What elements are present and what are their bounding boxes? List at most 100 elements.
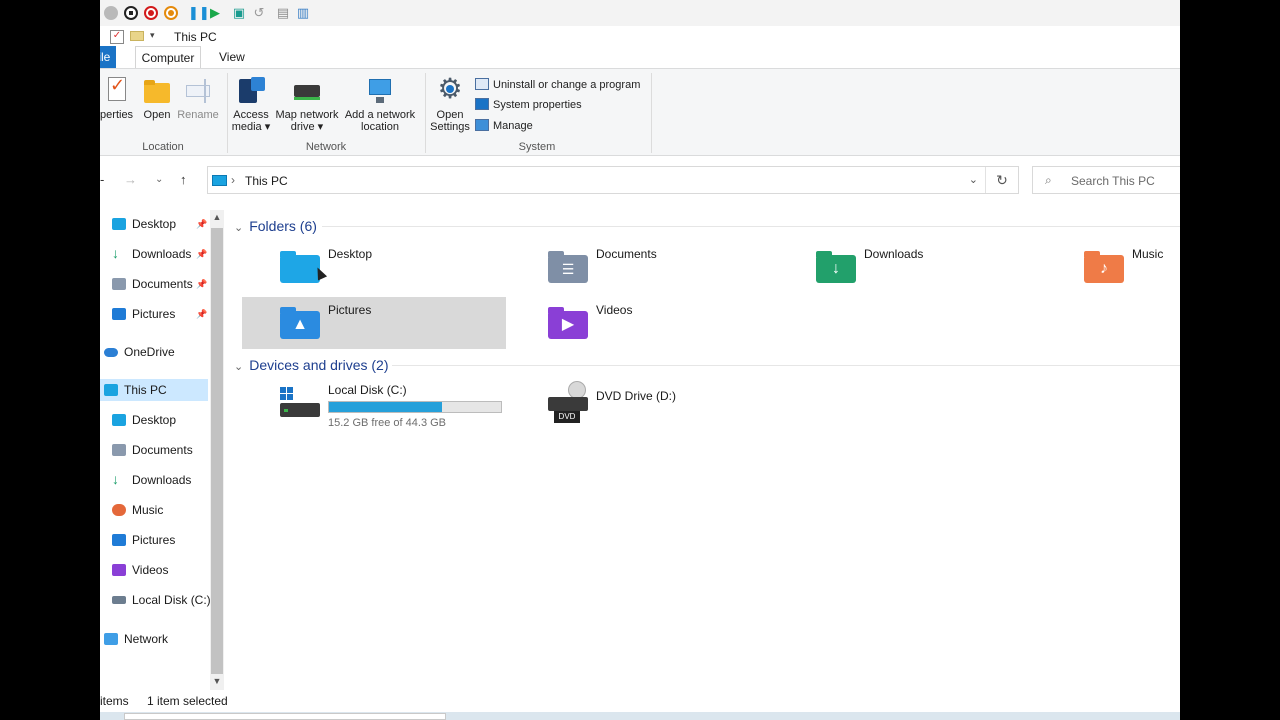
open-folder-icon	[141, 75, 173, 105]
properties-button[interactable]: ✓ Properties	[100, 75, 138, 121]
title-bar: ✓ ▾ This PC	[100, 26, 1180, 46]
record-button[interactable]	[144, 6, 158, 20]
drive-local-disk-c[interactable]: Local Disk (C:) 15.2 GB free of 44.3 GB	[242, 377, 506, 429]
computer-icon	[104, 384, 118, 396]
search-box[interactable]: ⌕ Search This PC	[1032, 166, 1180, 194]
back-arrow-icon[interactable]: ‑	[100, 172, 104, 187]
nav-this-pc[interactable]: This PC	[100, 379, 208, 401]
recorder-gray-button[interactable]	[104, 6, 118, 20]
network-group-label: Network	[305, 141, 347, 153]
documents-icon	[112, 444, 126, 456]
this-pc-icon	[212, 175, 227, 186]
breadcrumb-chevron-icon[interactable]: ›	[231, 173, 235, 187]
system-properties-button[interactable]: System properties	[475, 96, 582, 114]
disk-usage-fill	[329, 402, 442, 412]
pictures-icon	[112, 308, 126, 320]
disk-usage-bar	[328, 401, 502, 413]
properties-icon: ✓	[100, 75, 130, 105]
folder-desktop[interactable]: Desktop	[242, 241, 506, 293]
music-icon	[112, 504, 126, 516]
desktop-icon	[112, 218, 126, 230]
desktop-folder-icon	[280, 251, 320, 283]
location-group-label: Location	[142, 141, 184, 153]
system-group-label: System	[518, 141, 556, 153]
recorder-toolbar: ❚❚ ▶ ▣ ↺ ▤ ▥	[100, 0, 1180, 26]
add-network-location-button[interactable]: Add a network location	[343, 75, 417, 133]
downloads-icon: ↓	[112, 471, 119, 487]
drives-group-header[interactable]: ⌄ Devices and drives (2)	[234, 357, 389, 373]
tab-computer[interactable]: Computer	[135, 46, 201, 68]
scroll-down-arrow-icon[interactable]: ▼	[210, 676, 224, 686]
folder-pictures[interactable]: ▲ Pictures	[242, 297, 506, 349]
recent-locations-chevron-icon[interactable]: ⌄	[155, 174, 163, 185]
rename-button[interactable]: Rename	[176, 75, 220, 121]
forward-arrow-icon[interactable]: →	[124, 172, 137, 187]
group-divider	[322, 226, 1180, 227]
folders-group-header[interactable]: ⌄ Folders (6)	[234, 218, 317, 234]
pin-icon[interactable]: 📌	[196, 243, 207, 265]
settings-icon[interactable]: ▣	[232, 6, 246, 20]
network-icon	[104, 633, 118, 645]
open-button[interactable]: Open	[140, 75, 174, 121]
manage-button[interactable]: Manage	[475, 117, 533, 135]
pictures-folder-icon: ▲	[280, 307, 320, 339]
dvd-drive-icon: DVD	[548, 381, 588, 423]
rename-icon	[182, 75, 214, 105]
record-alt-button[interactable]	[164, 6, 178, 20]
status-bar: items 1 item selected	[100, 690, 1180, 712]
network-drive-icon	[291, 75, 323, 105]
up-arrow-icon[interactable]: ↑	[180, 172, 187, 187]
open-settings-button[interactable]: ⚙ Open Settings	[429, 75, 471, 134]
music-folder-icon: ♪	[1084, 251, 1124, 283]
pin-icon[interactable]: 📌	[196, 273, 207, 295]
play-icon[interactable]: ▶	[208, 6, 222, 20]
address-bar[interactable]: › This PC ⌄ ↻	[207, 166, 1019, 194]
search-icon: ⌕	[1045, 173, 1052, 187]
taskbar-item[interactable]	[124, 713, 446, 720]
window-title: This PC	[174, 30, 217, 44]
collapse-chevron-icon[interactable]: ⌄	[234, 221, 243, 234]
windows-drive-icon	[280, 387, 320, 419]
folder-music[interactable]: ♪ Music	[1046, 241, 1180, 293]
tab-file[interactable]: File	[100, 46, 116, 68]
tool-alt-icon[interactable]: ▥	[296, 6, 310, 20]
scrollbar-thumb[interactable]	[211, 228, 223, 674]
drive-dvd-d[interactable]: DVD DVD Drive (D:)	[510, 377, 774, 429]
search-placeholder: Search This PC	[1071, 174, 1155, 188]
tab-view[interactable]: View	[211, 46, 253, 68]
folder-videos[interactable]: ▶ Videos	[510, 297, 774, 349]
new-folder-quick-icon[interactable]	[130, 31, 144, 41]
breadcrumb-this-pc[interactable]: This PC	[245, 174, 288, 188]
customize-chevron-icon[interactable]: ▾	[150, 30, 162, 42]
programs-icon	[475, 78, 489, 90]
scroll-up-arrow-icon[interactable]: ▲	[210, 212, 224, 222]
uninstall-program-button[interactable]: Uninstall or change a program	[475, 76, 640, 94]
collapse-chevron-icon[interactable]: ⌄	[234, 360, 243, 373]
nav-pane-scrollbar[interactable]: ▲ ▼	[210, 210, 224, 690]
ribbon-separator	[651, 73, 652, 153]
stop-button[interactable]	[124, 6, 138, 20]
desktop-icon	[112, 414, 126, 426]
pin-icon[interactable]: 📌	[196, 213, 207, 235]
pin-icon[interactable]: 📌	[196, 303, 207, 325]
navigation-pane: Desktop 📌 ↓ Downloads 📌 Documents 📌 Pict…	[100, 204, 225, 690]
pictures-icon	[112, 534, 126, 546]
address-dropdown-icon[interactable]: ⌄	[969, 173, 978, 186]
tool-icon[interactable]: ▤	[276, 6, 290, 20]
folder-documents[interactable]: ☰ Documents	[510, 241, 774, 293]
folder-downloads[interactable]: ↓ Downloads	[778, 241, 1042, 293]
cloud-icon	[104, 348, 118, 357]
undo-icon[interactable]: ↺	[252, 6, 266, 20]
map-network-drive-button[interactable]: Map network drive ▾	[272, 75, 342, 133]
selection-count: 1 item selected	[147, 694, 228, 708]
videos-folder-icon: ▶	[548, 307, 588, 339]
refresh-icon[interactable]: ↻	[985, 167, 1018, 193]
downloads-icon: ↓	[112, 245, 119, 261]
properties-quick-icon[interactable]: ✓	[110, 30, 124, 44]
documents-folder-icon: ☰	[548, 251, 588, 283]
pause-icon[interactable]: ❚❚	[188, 6, 210, 20]
group-divider	[392, 365, 1180, 366]
access-media-button[interactable]: Access media ▾	[231, 75, 271, 133]
ribbon: ✓ Properties Open Rename Location	[100, 68, 1180, 156]
downloads-folder-icon: ↓	[816, 251, 856, 283]
